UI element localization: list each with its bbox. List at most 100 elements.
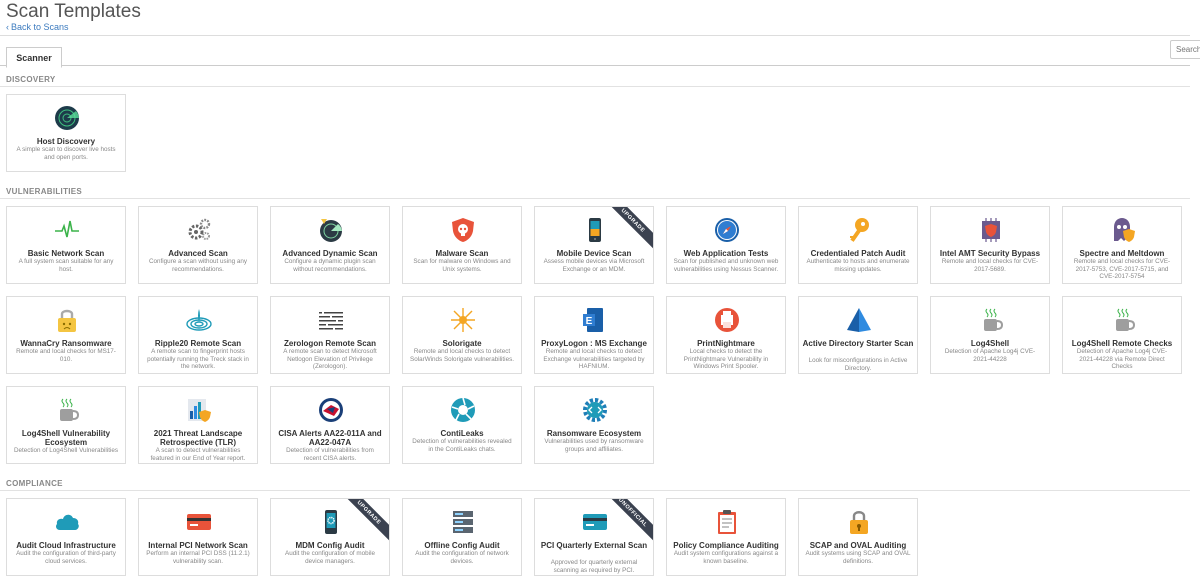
template-description: Audit the configuration of mobile device… <box>285 550 375 565</box>
template-description: Detection of Apache Log4j CVE-2021-44228 <box>944 348 1036 363</box>
template-card-scap-and-oval-auditing[interactable]: SCAP and OVAL Auditing Audit systems usi… <box>798 498 918 576</box>
section-label-discovery: DISCOVERY <box>6 75 56 84</box>
template-card-policy-compliance-auditing[interactable]: Policy Compliance Auditing Audit system … <box>666 498 786 576</box>
template-description: Scan for malware on Windows and Unix sys… <box>413 258 511 273</box>
template-name: PCI Quarterly External Scan <box>540 541 648 550</box>
back-link-label: Back to Scans <box>11 22 69 32</box>
template-description: Configure a scan without using any recom… <box>148 258 247 273</box>
unofficial-ribbon: UNOFFICIAL <box>600 499 653 545</box>
coffee-mug-icon <box>54 397 80 423</box>
template-card-spectre-and-meltdown[interactable]: Spectre and Meltdown Remote and local ch… <box>1062 206 1182 284</box>
chevron-left-icon: ‹ <box>6 22 9 32</box>
template-name: Log4Shell Vulnerability Ecosystem <box>21 429 111 447</box>
padlock-icon <box>846 509 872 535</box>
tab-bar-line <box>0 65 1190 66</box>
credit-card-icon <box>186 509 212 535</box>
template-description: Detection of vulnerabilities from recent… <box>286 447 374 462</box>
template-card-advanced-scan[interactable]: Advanced Scan Configure a scan without u… <box>138 206 258 284</box>
radar-icon <box>54 105 80 131</box>
template-card-printnightmare[interactable]: PrintNightmare Local checks to detect th… <box>666 296 786 374</box>
template-name: Offline Config Audit <box>424 541 500 550</box>
template-card-proxylogon[interactable]: E ProxyLogon : MS Exchange Remote and lo… <box>534 296 654 374</box>
template-card-zerologon-remote-scan[interactable]: Zerologon Remote Scan A remote scan to d… <box>270 296 390 374</box>
code-gear-icon <box>582 397 608 423</box>
template-card-solorigate[interactable]: Solorigate Remote and local checks to de… <box>402 296 522 374</box>
template-name: Active Directory Starter Scan <box>802 339 914 348</box>
template-card-mdm-config-audit[interactable]: MDM Config Audit Audit the configuration… <box>270 498 390 576</box>
template-name: Audit Cloud Infrastructure <box>16 541 116 550</box>
exchange-icon: E <box>582 307 608 333</box>
template-card-active-directory-starter-scan[interactable]: Active Directory Starter Scan Look for m… <box>798 296 918 374</box>
template-card-log4shell[interactable]: Log4Shell Detection of Apache Log4j CVE-… <box>930 296 1050 374</box>
key-icon <box>846 217 872 243</box>
phone-gear-icon <box>318 509 344 535</box>
template-description: Configure a dynamic plugin scan without … <box>284 258 376 273</box>
credit-card-teal-icon <box>582 509 608 535</box>
template-card-mobile-device-scan[interactable]: Mobile Device Scan Assess mobile devices… <box>534 206 654 284</box>
template-description: Approved for quarterly external scanning… <box>550 559 638 574</box>
section-divider <box>0 86 1190 87</box>
template-description: A remote scan to detect Microsoft Netlog… <box>283 348 377 370</box>
template-name: 2021 Threat Landscape Retrospective (TLR… <box>153 429 243 447</box>
zerologon-icon <box>318 307 344 333</box>
template-description: Look for misconfigurations in Active Dir… <box>808 357 908 372</box>
template-card-2021-threat-landscape[interactable]: 2021 Threat Landscape Retrospective (TLR… <box>138 386 258 464</box>
template-card-log4shell-vulnerability-ecosystem[interactable]: Log4Shell Vulnerability Ecosystem Detect… <box>6 386 126 464</box>
template-card-audit-cloud-infrastructure[interactable]: Audit Cloud Infrastructure Audit the con… <box>6 498 126 576</box>
template-name: MDM Config Audit <box>295 541 365 550</box>
template-card-log4shell-remote-checks[interactable]: Log4Shell Remote Checks Detection of Apa… <box>1062 296 1182 374</box>
aperture-icon <box>450 397 476 423</box>
template-name: Web Application Tests <box>683 249 769 258</box>
template-card-pci-quarterly-external-scan[interactable]: PCI Quarterly External Scan Approved for… <box>534 498 654 576</box>
template-card-malware-scan[interactable]: Malware Scan Scan for malware on Windows… <box>402 206 522 284</box>
upgrade-ribbon: UPGRADE <box>336 499 389 545</box>
template-description: Scan for published and unknown web vulne… <box>673 258 779 273</box>
template-description: A simple scan to discover live hosts and… <box>16 146 116 161</box>
cloud-icon <box>54 509 80 535</box>
search-input[interactable] <box>1170 40 1200 59</box>
coffee-mug-icon <box>1110 307 1136 333</box>
gears-icon <box>186 217 212 243</box>
template-description: A scan to detect vulnerabilities feature… <box>150 447 246 462</box>
template-card-web-application-tests[interactable]: Web Application Tests Scan for published… <box>666 206 786 284</box>
template-card-credentialed-patch-audit[interactable]: Credentialed Patch Audit Authenticate to… <box>798 206 918 284</box>
template-name: SCAP and OVAL Auditing <box>809 541 907 550</box>
template-description: Detection of vulnerabilities revealed in… <box>412 438 512 453</box>
template-card-basic-network-scan[interactable]: Basic Network Scan A full system scan su… <box>6 206 126 284</box>
template-card-internal-pci-network-scan[interactable]: Internal PCI Network Scan Perform an int… <box>138 498 258 576</box>
padlock-face-icon <box>54 307 80 333</box>
template-description: Remote and local checks to detect SolarW… <box>410 348 514 363</box>
template-card-cisa-alerts[interactable]: CISA Alerts AA22-011A and AA22-047A Dete… <box>270 386 390 464</box>
template-name: Basic Network Scan <box>27 249 105 258</box>
template-name: Ransomware Ecosystem <box>546 429 642 438</box>
template-description: Audit system configurations against a kn… <box>673 550 779 565</box>
template-card-wannacry-ransomware[interactable]: WannaCry Ransomware Remote and local che… <box>6 296 126 374</box>
ghost-shield-icon <box>1110 217 1136 243</box>
template-card-host-discovery[interactable]: Host Discovery A simple scan to discover… <box>6 94 126 172</box>
template-name: Malware Scan <box>435 249 489 258</box>
section-label-compliance: COMPLIANCE <box>6 479 63 488</box>
template-name: Spectre and Meltdown <box>1079 249 1165 258</box>
template-name: PrintNightmare <box>697 339 755 348</box>
template-card-ripple20-remote-scan[interactable]: Ripple20 Remote Scan A remote scan to fi… <box>138 296 258 374</box>
template-description: Remote and local checks for CVE-2017-568… <box>941 258 1039 273</box>
heartbeat-icon <box>54 217 80 243</box>
template-card-intel-amt-security-bypass[interactable]: Intel AMT Security Bypass Remote and loc… <box>930 206 1050 284</box>
template-name: Advanced Dynamic Scan <box>282 249 378 258</box>
template-description: Remote and local checks for CVE-2017-575… <box>1073 258 1171 280</box>
template-card-advanced-dynamic-scan[interactable]: Advanced Dynamic Scan Configure a dynami… <box>270 206 390 284</box>
tab-scanner[interactable]: Scanner <box>6 47 62 68</box>
section-divider <box>0 490 1190 491</box>
template-name: ProxyLogon : MS Exchange <box>541 339 647 348</box>
ripple-icon <box>186 307 212 333</box>
template-name: Log4Shell Remote Checks <box>1071 339 1173 348</box>
back-to-scans-link[interactable]: ‹ Back to Scans <box>6 22 69 32</box>
section-label-vulnerabilities: VULNERABILITIES <box>6 187 83 196</box>
template-card-contileaks[interactable]: ContiLeaks Detection of vulnerabilities … <box>402 386 522 464</box>
template-name: CISA Alerts AA22-011A and AA22-047A <box>278 429 382 447</box>
template-card-ransomware-ecosystem[interactable]: Ransomware Ecosystem Vulnerabilities use… <box>534 386 654 464</box>
svg-text:E: E <box>586 316 593 327</box>
template-card-offline-config-audit[interactable]: Offline Config Audit Audit the configura… <box>402 498 522 576</box>
template-description: Remote and local checks to detect Exchan… <box>543 348 645 370</box>
clipboard-icon <box>714 509 740 535</box>
